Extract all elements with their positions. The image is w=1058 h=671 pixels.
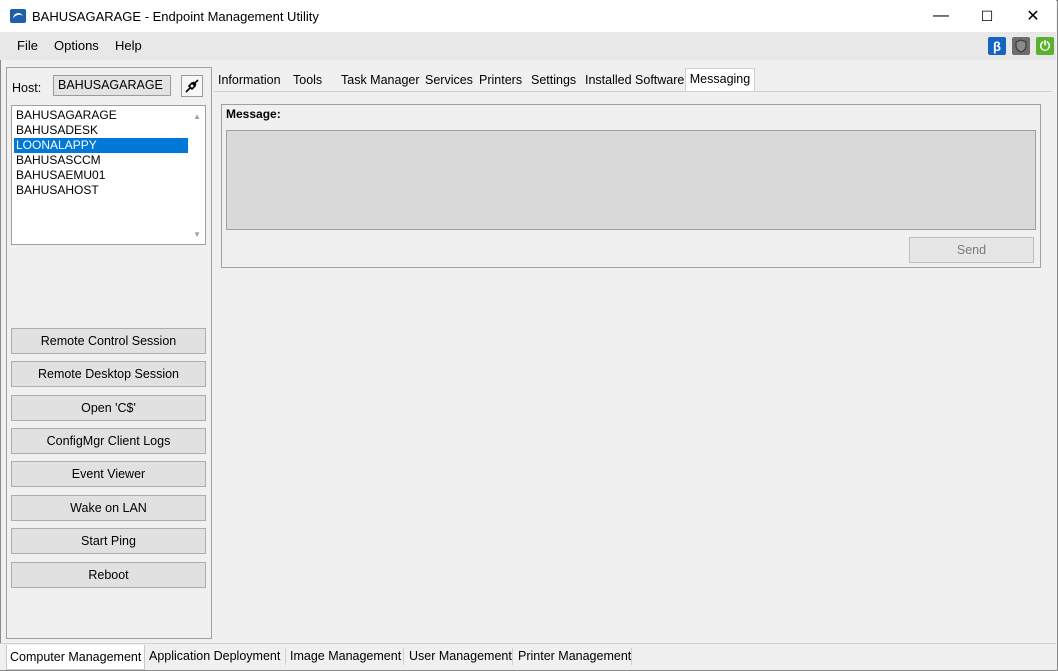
app-logo-icon — [10, 9, 26, 23]
host-list[interactable]: BAHUSAGARAGE BAHUSADESK LOONALAPPY BAHUS… — [11, 105, 206, 245]
title-bar: BAHUSAGARAGE - Endpoint Management Utili… — [0, 0, 1056, 32]
tab-separator — [631, 648, 632, 665]
menu-bar: File Options Help β ⏻ — [0, 32, 1056, 60]
start-ping-button[interactable]: Start Ping — [11, 528, 206, 554]
tab-separator — [403, 648, 404, 665]
wake-on-lan-button[interactable]: Wake on LAN — [11, 495, 206, 521]
tab-services[interactable]: Services — [423, 70, 475, 91]
tab-task-manager[interactable]: Task Manager — [339, 70, 422, 91]
beta-icon[interactable]: β — [988, 37, 1006, 55]
host-label: Host: — [12, 81, 42, 95]
tab-separator — [512, 648, 513, 665]
menu-file[interactable]: File — [17, 38, 38, 53]
configmgr-client-logs-button[interactable]: ConfigMgr Client Logs — [11, 428, 206, 454]
host-list-item[interactable]: BAHUSASCCM — [14, 153, 188, 168]
send-button[interactable]: Send — [909, 237, 1034, 263]
close-button[interactable]: ✕ — [1010, 0, 1056, 32]
maximize-button[interactable]: ☐ — [964, 0, 1010, 32]
tab-computer-management[interactable]: Computer Management — [6, 645, 146, 670]
minimize-button[interactable]: — — [918, 0, 964, 32]
reboot-button[interactable]: Reboot — [11, 562, 206, 588]
menu-options[interactable]: Options — [54, 38, 99, 53]
event-viewer-button[interactable]: Event Viewer — [11, 461, 206, 487]
tab-installed-software[interactable]: Installed Software — [583, 70, 686, 91]
tab-tools[interactable]: Tools — [291, 70, 324, 91]
host-list-item-selected[interactable]: LOONALAPPY — [14, 138, 188, 153]
scroll-down-icon[interactable]: ▼ — [193, 230, 201, 239]
power-icon[interactable]: ⏻ — [1036, 37, 1054, 55]
connect-button[interactable] — [181, 75, 203, 97]
host-input[interactable]: BAHUSAGARAGE — [53, 75, 171, 96]
host-list-item[interactable]: BAHUSADESK — [14, 123, 188, 138]
host-list-item[interactable]: BAHUSAHOST — [14, 183, 188, 198]
remote-control-session-button[interactable]: Remote Control Session — [11, 328, 206, 354]
menu-help[interactable]: Help — [115, 38, 142, 53]
remote-desktop-session-button[interactable]: Remote Desktop Session — [11, 361, 206, 387]
message-label: Message: — [226, 107, 281, 121]
tab-messaging[interactable]: Messaging — [685, 68, 755, 92]
message-textarea[interactable] — [226, 130, 1036, 230]
tab-application-deployment[interactable]: Application Deployment — [146, 647, 283, 667]
host-list-item[interactable]: BAHUSAEMU01 — [14, 168, 188, 183]
open-c-share-button[interactable]: Open 'C$' — [11, 395, 206, 421]
tab-image-management[interactable]: Image Management — [287, 647, 404, 667]
tab-printer-management[interactable]: Printer Management — [515, 647, 634, 667]
tab-settings[interactable]: Settings — [529, 70, 578, 91]
tab-divider — [214, 91, 1052, 92]
tab-printers[interactable]: Printers — [477, 70, 524, 91]
tab-separator — [285, 648, 286, 665]
host-list-item[interactable]: BAHUSAGARAGE — [14, 108, 188, 123]
scroll-up-icon[interactable]: ▲ — [193, 112, 201, 121]
tab-user-management[interactable]: User Management — [406, 647, 515, 667]
tab-information[interactable]: Information — [216, 70, 283, 91]
shield-icon[interactable] — [1012, 37, 1030, 55]
window-title: BAHUSAGARAGE - Endpoint Management Utili… — [32, 9, 319, 24]
plug-icon — [185, 79, 199, 93]
